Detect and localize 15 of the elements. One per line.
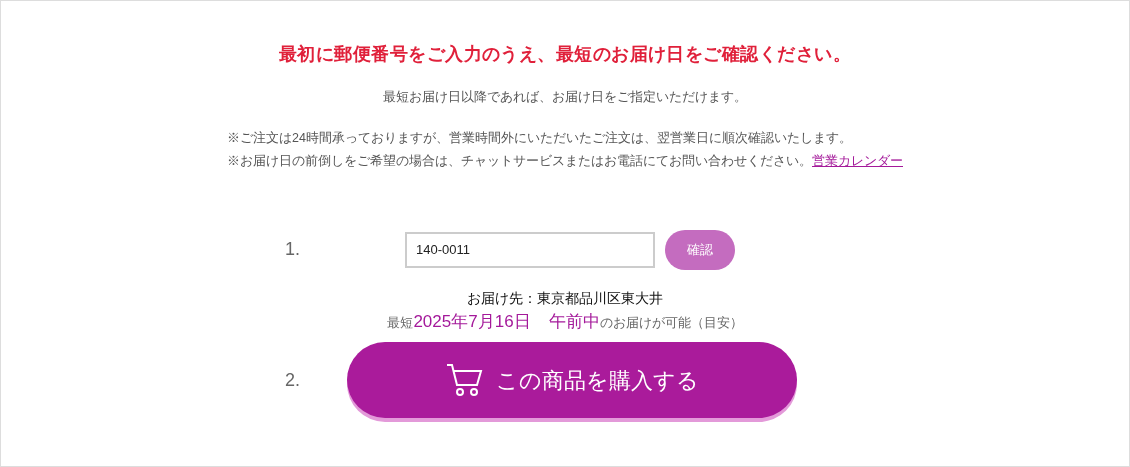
purchase-button[interactable]: この商品を購入する [347,342,797,419]
heading: 最初に郵便番号をご入力のうえ、最短のお届け日をご確認ください。 [279,43,851,66]
subheading: 最短お届け日以降であれば、お届け日をご指定いただけます。 [383,89,747,106]
note-text: ※お届け日の前倒しをご希望の場合は、チャットサービスまたはお電話にてお問い合わせください。 [227,152,812,170]
delivery-slot: 午前中 [548,308,600,335]
step-number: 1. [285,238,300,262]
delivery-date: 2025年7月16日 [413,310,531,333]
earliest-label: 最短 [387,314,414,332]
destination: お届け先：東京都品川区東大井 [467,288,663,308]
step-number: 2. [285,368,300,392]
postal-code-field[interactable]: 140-0011 [405,231,655,268]
note-text: ※ご注文は24時間承っておりますが、営業時間外にいただいたご注文は、翌営業日に順次確認いたします。 [227,129,852,147]
calendar-link[interactable]: 営業カレンダー [812,149,903,173]
availability-text: のお届けが可能（目安） [599,315,743,332]
cart-icon [445,363,484,398]
